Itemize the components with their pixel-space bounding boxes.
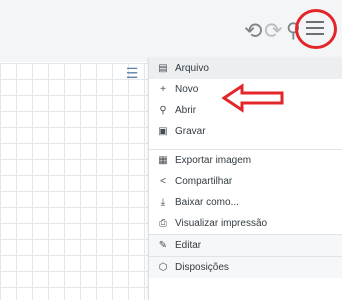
menu-item-label: Gravar: [175, 126, 206, 137]
undo-icon[interactable]: ⟲: [244, 18, 262, 44]
menu-item-baixar-como[interactable]: ⤓ Baixar como...: [149, 192, 342, 213]
drawing-canvas-grid[interactable]: [0, 63, 148, 300]
menu-item-editar[interactable]: ✎ Editar: [149, 234, 342, 256]
file-icon: ▤: [158, 63, 168, 74]
download-icon: ⤓: [160, 197, 166, 208]
image-export-icon: ▦: [158, 155, 168, 166]
sidebar-toggle-icon[interactable]: ☰: [121, 63, 143, 83]
menu-item-disposicoes[interactable]: ⬡ Disposições: [149, 256, 342, 278]
save-icon: ▣: [158, 126, 168, 137]
annotation-circle: [295, 9, 337, 49]
menu-item-label: Exportar imagem: [175, 155, 252, 166]
pencil-icon: ✎: [158, 240, 168, 251]
share-icon: <: [160, 176, 166, 187]
menu-item-label: Editar: [175, 240, 202, 251]
menu-item-label: Novo: [175, 84, 199, 95]
menu-item-label: Abrir: [175, 105, 197, 116]
redo-icon[interactable]: ⟳: [264, 18, 282, 44]
menu-item-label: Arquivo: [175, 63, 209, 74]
print-icon: ⎙: [159, 218, 167, 229]
layout-icon: ⬡: [158, 262, 168, 273]
toolbar: ⟲ ⟳ ⚲: [0, 0, 342, 62]
menu-item-label: Visualizar impressão: [175, 218, 268, 229]
menu-item-arquivo[interactable]: ▤ Arquivo: [149, 58, 342, 79]
menu-item-visualizar-impressao[interactable]: ⎙ Visualizar impressão: [149, 213, 342, 234]
search-icon: ⚲: [159, 105, 167, 116]
menu-item-label: Baixar como...: [175, 197, 239, 208]
annotation-arrow: [222, 83, 284, 113]
menu-item-gravar[interactable]: ▣ Gravar: [149, 121, 342, 142]
menu-item-label: Compartilhar: [175, 176, 233, 187]
menu-item-label: Disposições: [175, 262, 229, 273]
menu-item-compartilhar[interactable]: < Compartilhar: [149, 171, 342, 192]
plus-icon: +: [160, 84, 166, 95]
menu-item-exportar-imagem[interactable]: ▦ Exportar imagem: [149, 149, 342, 171]
